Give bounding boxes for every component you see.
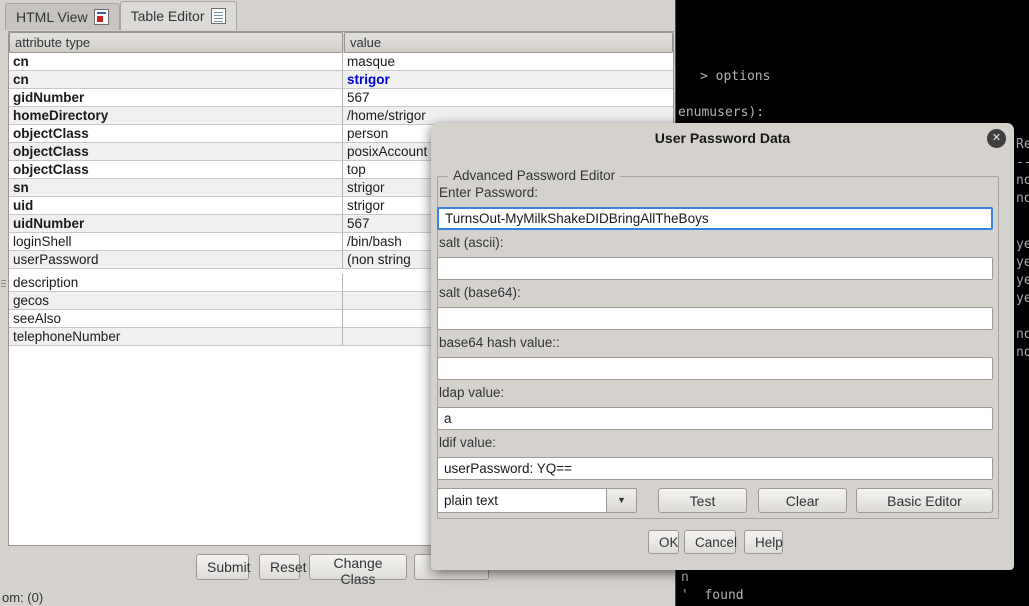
tab-table-editor[interactable]: Table Editor <box>120 1 237 30</box>
attribute-type-cell[interactable]: homeDirectory <box>9 107 343 125</box>
column-header-attribute-type[interactable]: attribute type <box>9 32 343 53</box>
table-row[interactable]: gidNumber567 <box>9 89 673 107</box>
basic-editor-button[interactable]: Basic Editor <box>856 488 993 513</box>
submit-button[interactable]: Submit <box>196 554 249 580</box>
attribute-type-cell[interactable]: sn <box>9 179 343 197</box>
terminal-text: no <box>1016 345 1029 360</box>
terminal-text: ye <box>1016 255 1029 270</box>
field-label: ldif value: <box>439 435 496 450</box>
attribute-type-cell[interactable]: userPassword <box>9 251 343 269</box>
table-row[interactable]: cnmasque <box>9 53 673 71</box>
tab-label: HTML View <box>16 9 88 25</box>
attribute-type-cell[interactable]: loginShell <box>9 233 343 251</box>
salt-ascii-input[interactable] <box>437 257 993 280</box>
tab-bar: HTML View Table Editor <box>0 0 675 30</box>
terminal-text: ' found <box>681 588 744 603</box>
attribute-type-cell[interactable]: gidNumber <box>9 89 343 107</box>
pane-grip-icon[interactable] <box>1 278 6 289</box>
field-label: Enter Password: <box>439 185 538 200</box>
user-password-dialog: User Password Data ✕ Advanced Password E… <box>431 123 1014 570</box>
table-header-row: attribute type value <box>9 32 673 53</box>
terminal-text: ye <box>1016 237 1029 252</box>
field-label: salt (ascii): <box>439 235 504 250</box>
field-label: ldap value: <box>439 385 504 400</box>
terminal-text: n <box>681 570 689 585</box>
screen: HTML View Table Editor attribute type val… <box>0 0 1029 606</box>
clear-button[interactable]: Clear <box>758 488 847 513</box>
ldap-value-input[interactable] <box>437 407 993 430</box>
hash-type-select[interactable]: plain text ▼ <box>437 488 637 513</box>
attribute-type-cell[interactable]: cn <box>9 71 343 89</box>
reset-button[interactable]: Reset <box>259 554 300 580</box>
terminal-text: no <box>1016 327 1029 342</box>
attribute-type-cell[interactable]: objectClass <box>9 161 343 179</box>
html-doc-icon <box>94 9 109 25</box>
terminal-text: no <box>1016 173 1029 188</box>
attribute-type-cell[interactable]: uidNumber <box>9 215 343 233</box>
group-label: Advanced Password Editor <box>448 168 620 183</box>
attribute-value-cell[interactable]: strigor <box>343 71 673 89</box>
chevron-down-icon[interactable]: ▼ <box>606 488 637 513</box>
terminal-text: ye <box>1016 273 1029 288</box>
base64-hash-value-input[interactable] <box>437 357 993 380</box>
dialog-title: User Password Data <box>431 130 1014 146</box>
column-header-value[interactable]: value <box>344 32 673 53</box>
attribute-type-cell[interactable]: gecos <box>9 292 343 310</box>
attribute-type-cell[interactable]: objectClass <box>9 143 343 161</box>
table-row[interactable]: cnstrigor <box>9 71 673 89</box>
terminal-text: -- <box>1016 155 1029 170</box>
attribute-type-cell[interactable]: cn <box>9 53 343 71</box>
hash-type-selected-value: plain text <box>437 488 606 513</box>
terminal-text: no <box>1016 191 1029 206</box>
terminal-text: Re <box>1016 137 1029 152</box>
status-bar-text: om: (0) <box>2 590 43 605</box>
cancel-button[interactable]: Cancel <box>684 530 736 554</box>
attribute-type-cell[interactable]: uid <box>9 197 343 215</box>
tab-html-view[interactable]: HTML View <box>5 3 120 30</box>
field-label: salt (base64): <box>439 285 521 300</box>
salt-base64-input[interactable] <box>437 307 993 330</box>
attribute-type-cell[interactable]: seeAlso <box>9 310 343 328</box>
attribute-type-cell[interactable]: objectClass <box>9 125 343 143</box>
table-doc-icon <box>211 8 226 24</box>
attribute-type-cell[interactable]: telephoneNumber <box>9 328 343 346</box>
terminal-text: enumusers): <box>678 105 764 120</box>
terminal-text: ye <box>1016 291 1029 306</box>
ldif-value-input[interactable] <box>437 457 993 480</box>
ok-button[interactable]: OK <box>648 530 679 554</box>
attribute-value-cell[interactable]: 567 <box>343 89 673 107</box>
field-label: base64 hash value:: <box>439 335 560 350</box>
change-class-button[interactable]: Change Class <box>309 554 407 580</box>
close-icon[interactable]: ✕ <box>987 129 1006 148</box>
help-button[interactable]: Help <box>744 530 783 554</box>
terminal-text: > options <box>700 69 770 84</box>
enter-password-input[interactable] <box>437 207 993 230</box>
tab-label: Table Editor <box>131 8 205 24</box>
test-button[interactable]: Test <box>658 488 747 513</box>
attribute-type-cell[interactable]: description <box>9 274 343 292</box>
dialog-action-row: plain text ▼ Test Clear Basic Editor <box>437 488 993 513</box>
attribute-value-cell[interactable]: masque <box>343 53 673 71</box>
